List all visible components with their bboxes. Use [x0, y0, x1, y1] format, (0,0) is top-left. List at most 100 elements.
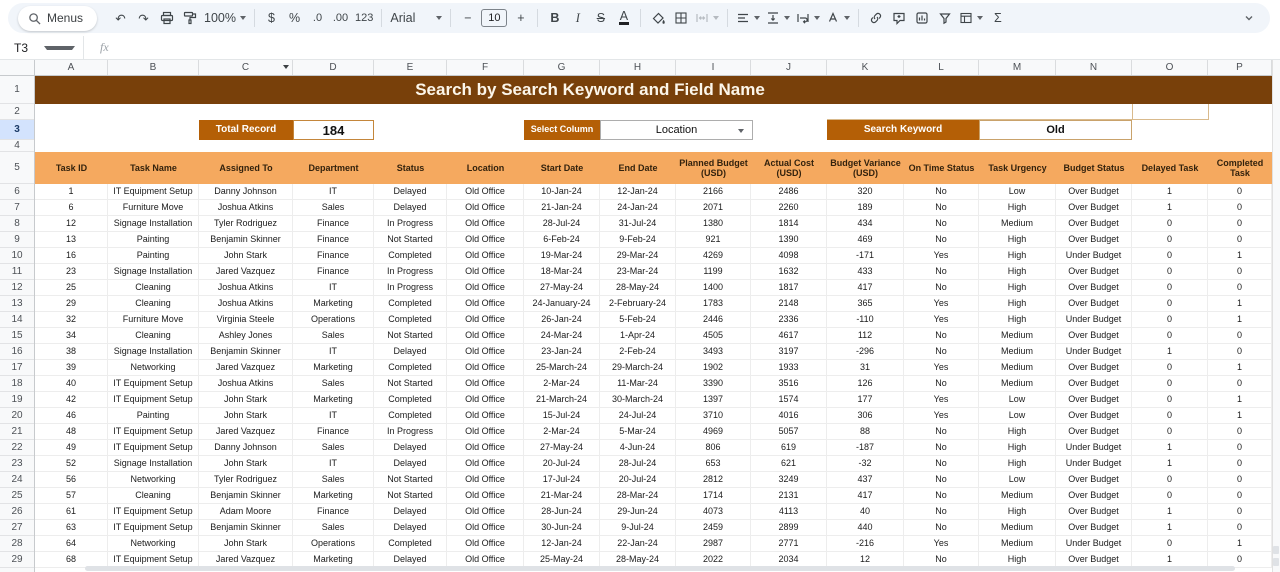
table-cell[interactable]: Medium	[979, 328, 1056, 344]
table-cell[interactable]: High	[979, 456, 1056, 472]
table-cell[interactable]: 28-Jul-24	[600, 456, 676, 472]
table-cell[interactable]: Tyler Rodriguez	[199, 216, 293, 232]
decrease-font-size-button[interactable]: −	[459, 6, 476, 30]
table-cell[interactable]: Under Budget	[1056, 312, 1132, 328]
table-cell[interactable]: 16	[35, 248, 108, 264]
table-cell[interactable]: Under Budget	[1056, 344, 1132, 360]
table-cell[interactable]: 189	[827, 200, 904, 216]
table-cell[interactable]: Completed	[374, 408, 447, 424]
column-header-P[interactable]: P	[1208, 60, 1272, 75]
table-cell[interactable]: Finance	[293, 216, 374, 232]
table-cell[interactable]: No	[904, 232, 979, 248]
table-cell[interactable]: 0	[1208, 280, 1272, 296]
select-column-dropdown[interactable]: Location	[600, 120, 753, 140]
table-cell[interactable]: No	[904, 488, 979, 504]
menus-button[interactable]: Menus	[18, 6, 97, 31]
table-cell[interactable]: 1	[1132, 520, 1208, 536]
table-cell[interactable]: -216	[827, 536, 904, 552]
table-cell[interactable]: No	[904, 424, 979, 440]
table-cell[interactable]: Joshua Atkins	[199, 280, 293, 296]
table-cell[interactable]: 1	[1208, 248, 1272, 264]
table-cell[interactable]: 23-Mar-24	[600, 264, 676, 280]
table-cell[interactable]: Old Office	[447, 344, 524, 360]
table-cell[interactable]: 40	[35, 376, 108, 392]
table-cell[interactable]: Delayed	[374, 456, 447, 472]
table-header-col-15[interactable]: Delayed Task	[1132, 152, 1208, 184]
table-cell[interactable]: Sales	[293, 376, 374, 392]
table-cell[interactable]: 2812	[676, 472, 751, 488]
table-cell[interactable]: Old Office	[447, 264, 524, 280]
table-header-col-1[interactable]: Task ID	[35, 152, 108, 184]
table-cell[interactable]: IT Equipment Setup	[108, 184, 199, 200]
table-cell[interactable]: 61	[35, 504, 108, 520]
table-cell[interactable]: -32	[827, 456, 904, 472]
table-cell[interactable]: Painting	[108, 232, 199, 248]
table-header-col-11[interactable]: Budget Variance (USD)	[827, 152, 904, 184]
table-cell[interactable]: 4098	[751, 248, 827, 264]
row-header-12[interactable]: 12	[0, 280, 34, 296]
table-cell[interactable]: 0	[1132, 472, 1208, 488]
table-cell[interactable]: IT	[293, 408, 374, 424]
table-cell[interactable]: 2446	[676, 312, 751, 328]
table-cell[interactable]: 1	[1132, 200, 1208, 216]
table-cell[interactable]: 320	[827, 184, 904, 200]
table-cell[interactable]: Yes	[904, 392, 979, 408]
table-cell[interactable]: 31	[827, 360, 904, 376]
table-cell[interactable]: Over Budget	[1056, 408, 1132, 424]
table-cell[interactable]: Marketing	[293, 360, 374, 376]
table-cell[interactable]: 0	[1208, 344, 1272, 360]
table-cell[interactable]: Yes	[904, 536, 979, 552]
redo-button[interactable]: ↷	[135, 6, 152, 30]
table-cell[interactable]: Medium	[979, 216, 1056, 232]
horizontal-align-button[interactable]	[736, 6, 760, 30]
table-cell[interactable]: 24-Jul-24	[600, 408, 676, 424]
table-header-col-4[interactable]: Department	[293, 152, 374, 184]
table-cell[interactable]: 1783	[676, 296, 751, 312]
table-cell[interactable]: Furniture Move	[108, 312, 199, 328]
table-cell[interactable]: Joshua Atkins	[199, 296, 293, 312]
table-cell[interactable]: High	[979, 424, 1056, 440]
column-header-M[interactable]: M	[979, 60, 1056, 75]
table-cell[interactable]: Old Office	[447, 520, 524, 536]
table-cell[interactable]: No	[904, 376, 979, 392]
table-cell[interactable]: Tyler Rodriguez	[199, 472, 293, 488]
table-cell[interactable]: Delayed	[374, 504, 447, 520]
table-cell[interactable]: 440	[827, 520, 904, 536]
table-cell[interactable]: Yes	[904, 360, 979, 376]
table-cell[interactable]: Cleaning	[108, 488, 199, 504]
table-cell[interactable]: 56	[35, 472, 108, 488]
table-cell[interactable]: 32	[35, 312, 108, 328]
table-cell[interactable]: Over Budget	[1056, 328, 1132, 344]
table-cell[interactable]: Benjamin Skinner	[199, 520, 293, 536]
table-cell[interactable]: 1632	[751, 264, 827, 280]
table-cell[interactable]: Not Started	[374, 376, 447, 392]
row-header-1[interactable]: 1	[0, 76, 34, 104]
table-cell[interactable]: 12-Jan-24	[524, 536, 600, 552]
table-cell[interactable]: 2336	[751, 312, 827, 328]
table-cell[interactable]: Sales	[293, 520, 374, 536]
table-cell[interactable]: Furniture Move	[108, 200, 199, 216]
table-cell[interactable]: Over Budget	[1056, 360, 1132, 376]
table-cell[interactable]: Over Budget	[1056, 424, 1132, 440]
table-cell[interactable]: Cleaning	[108, 328, 199, 344]
table-cell[interactable]: John Stark	[199, 456, 293, 472]
table-cell[interactable]: 2260	[751, 200, 827, 216]
table-cell[interactable]: 621	[751, 456, 827, 472]
table-cell[interactable]: 49	[35, 440, 108, 456]
table-cell[interactable]: 4-Jun-24	[600, 440, 676, 456]
decrease-decimal-button[interactable]: .0	[309, 6, 326, 30]
table-cell[interactable]: 1	[1208, 408, 1272, 424]
table-cell[interactable]: 1	[1132, 344, 1208, 360]
table-cell[interactable]: 30-Jun-24	[524, 520, 600, 536]
table-cell[interactable]: 28-May-24	[600, 280, 676, 296]
table-cell[interactable]: 1	[1208, 312, 1272, 328]
search-keyword-label-cell[interactable]: Search Keyword	[827, 120, 979, 140]
table-cell[interactable]: Old Office	[447, 424, 524, 440]
table-cell[interactable]: 0	[1208, 440, 1272, 456]
table-cell[interactable]: Old Office	[447, 360, 524, 376]
bold-button[interactable]: B	[546, 6, 563, 30]
column-header-J[interactable]: J	[751, 60, 827, 75]
row-header-18[interactable]: 18	[0, 376, 34, 392]
column-header-G[interactable]: G	[524, 60, 600, 75]
table-cell[interactable]: In Progress	[374, 264, 447, 280]
